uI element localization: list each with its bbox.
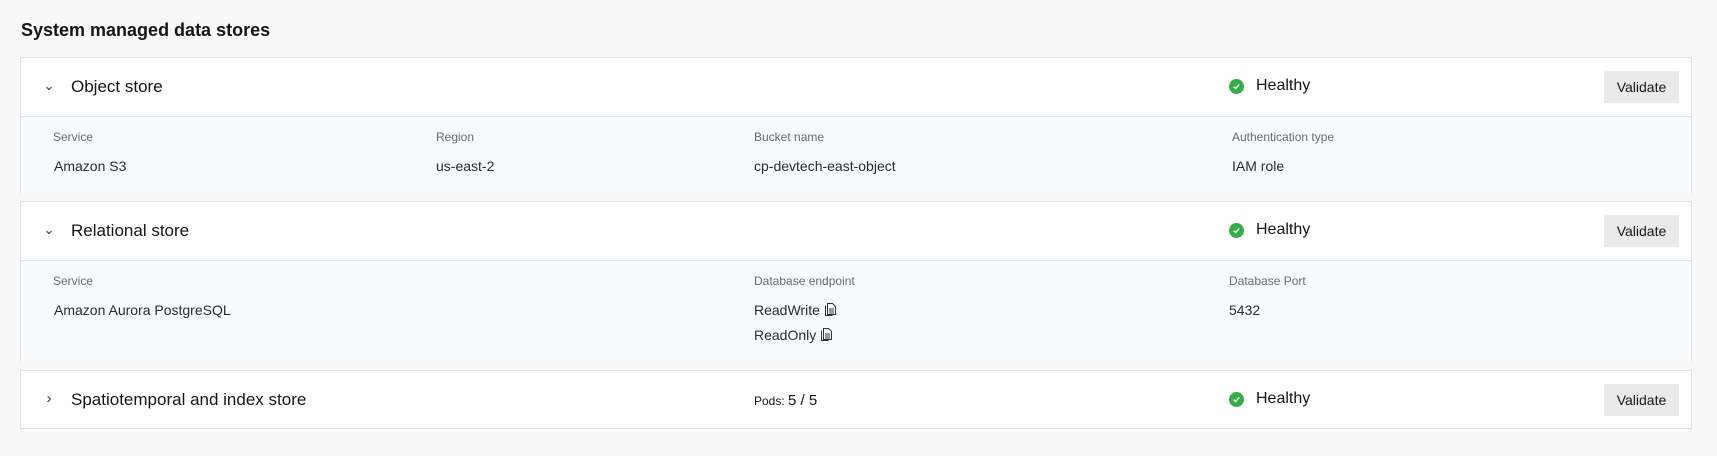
field-value: 5432 (1229, 302, 1261, 318)
field-value: cp-devtech-east-object (754, 158, 896, 174)
status-text: Healthy (1256, 77, 1311, 94)
field-label: Region (436, 130, 475, 144)
field-label: Bucket name (754, 130, 825, 144)
pods-count: Pods: 5 / 5 (754, 392, 817, 409)
field-label: Database Port (1229, 274, 1306, 288)
pods-label: Pods: (754, 394, 785, 408)
object-store-header[interactable]: ⌄ Object store Healthy Validate (21, 58, 1691, 116)
check-circle-icon (1229, 78, 1244, 94)
field-label: Authentication type (1232, 130, 1335, 144)
field-value: Amazon S3 (54, 158, 127, 174)
field-label: Service (53, 274, 94, 288)
check-circle-icon (1229, 391, 1244, 407)
relational-store-card: ⌄ Relational store Healthy Validate Serv… (20, 201, 1692, 361)
field-value: IAM role (1232, 158, 1285, 174)
page-title: System managed data stores (21, 20, 271, 40)
field-value: us-east-2 (436, 158, 495, 174)
validate-button[interactable]: Validate (1604, 71, 1679, 103)
relational-store-header[interactable]: ⌄ Relational store Healthy Validate (21, 202, 1691, 260)
endpoint-readwrite: ReadWrite (754, 302, 837, 320)
copy-icon[interactable] (824, 302, 837, 320)
validate-button[interactable]: Validate (1604, 384, 1679, 416)
relational-store-details: Service Amazon Aurora PostgreSQL Databas… (21, 260, 1691, 361)
field-value: Amazon Aurora PostgreSQL (54, 302, 231, 318)
chevron-right-icon[interactable]: › (41, 391, 57, 407)
copy-icon[interactable] (820, 327, 833, 345)
status-badge: Healthy (1229, 77, 1310, 95)
validate-button[interactable]: Validate (1604, 215, 1679, 247)
chevron-down-icon[interactable]: ⌄ (41, 78, 57, 94)
spatiotemporal-store-card: › Spatiotemporal and index store Pods: 5… (20, 370, 1692, 429)
status-text: Healthy (1256, 221, 1311, 238)
field-label: Database endpoint (754, 274, 855, 288)
status-badge: Healthy (1229, 390, 1310, 408)
status-text: Healthy (1256, 390, 1311, 407)
endpoint-name: ReadWrite (754, 302, 820, 318)
endpoint-readonly: ReadOnly (754, 327, 833, 345)
field-label: Service (53, 130, 94, 144)
store-name: Relational store (71, 221, 190, 240)
check-circle-icon (1229, 222, 1244, 238)
store-name: Object store (71, 77, 163, 96)
spatiotemporal-store-header[interactable]: › Spatiotemporal and index store Pods: 5… (21, 371, 1691, 429)
status-badge: Healthy (1229, 221, 1310, 239)
endpoint-name: ReadOnly (754, 327, 817, 343)
object-store-card: ⌄ Object store Healthy Validate Service … (20, 57, 1692, 193)
chevron-down-icon[interactable]: ⌄ (41, 222, 57, 238)
store-name: Spatiotemporal and index store (71, 390, 307, 409)
pods-value: 5 / 5 (788, 392, 818, 409)
object-store-details: Service Amazon S3 Region us-east-2 Bucke… (21, 116, 1691, 193)
